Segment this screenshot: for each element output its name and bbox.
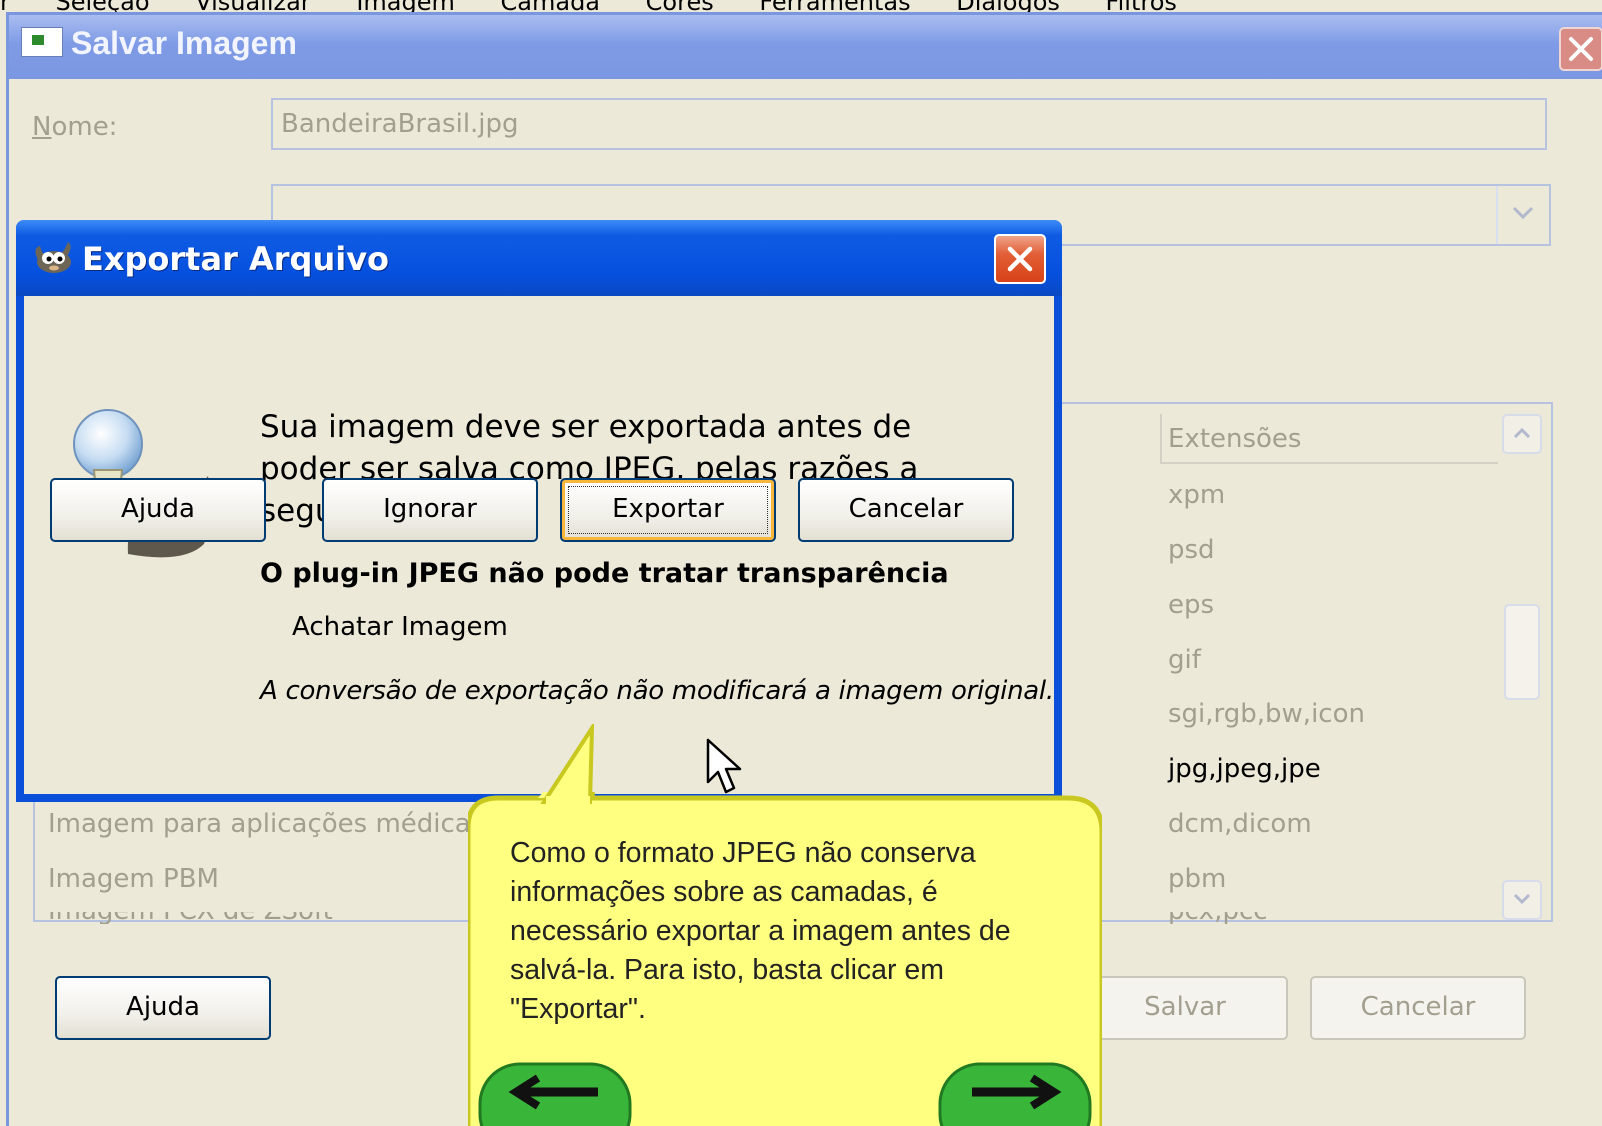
extension-item[interactable]: psd bbox=[1168, 535, 1215, 565]
file-type-item-partial[interactable]: Imagem PCX de ZSoft bbox=[48, 912, 333, 924]
mouse-cursor-icon bbox=[706, 738, 742, 794]
scroll-down-button[interactable] bbox=[1502, 880, 1542, 920]
export-dialog-titlebar[interactable]: Exportar Arquivo bbox=[16, 220, 1062, 296]
image-file-icon bbox=[21, 27, 63, 57]
focus-ring bbox=[568, 486, 768, 534]
extension-item[interactable]: eps bbox=[1168, 590, 1214, 620]
file-type-item[interactable]: Imagem para aplicações médicas bbox=[48, 809, 484, 839]
extension-item-selected[interactable]: jpg,jpeg,jpe bbox=[1168, 754, 1321, 784]
chevron-down-icon bbox=[1513, 893, 1531, 905]
next-step-button[interactable] bbox=[938, 1062, 1092, 1126]
extension-item[interactable]: pbm bbox=[1168, 864, 1226, 894]
extensions-column-header[interactable]: Extensões bbox=[1160, 414, 1498, 464]
save-dialog-close-button[interactable] bbox=[1559, 27, 1602, 71]
previous-step-button[interactable] bbox=[478, 1062, 632, 1126]
extension-item[interactable]: gif bbox=[1168, 645, 1201, 675]
save-dialog-title: Salvar Imagem bbox=[71, 25, 297, 61]
scroll-up-button[interactable] bbox=[1502, 414, 1542, 454]
gimp-icon bbox=[35, 242, 71, 273]
cancel-button[interactable]: Cancelar bbox=[798, 478, 1014, 542]
chevron-down-icon bbox=[1512, 206, 1534, 220]
save-dialog-help-button[interactable]: Ajuda bbox=[55, 976, 271, 1040]
scroll-thumb[interactable] bbox=[1504, 604, 1540, 700]
save-button[interactable]: Salvar bbox=[1082, 976, 1288, 1040]
save-dialog-cancel-button[interactable]: Cancelar bbox=[1310, 976, 1526, 1040]
help-button[interactable]: Ajuda bbox=[50, 478, 266, 542]
extension-item-partial[interactable]: pcx,pcc bbox=[1168, 912, 1268, 924]
export-dialog-body: Sua imagem deve ser exportada antes de p… bbox=[24, 296, 1054, 794]
close-icon bbox=[1007, 246, 1033, 272]
file-type-item[interactable]: Imagem PBM bbox=[48, 864, 219, 894]
folder-dropdown-button[interactable] bbox=[1496, 186, 1548, 244]
extension-item[interactable]: dcm,dicom bbox=[1168, 809, 1312, 839]
name-label: Nome: bbox=[32, 112, 118, 142]
export-dialog-title: Exportar Arquivo bbox=[82, 240, 390, 278]
extension-item[interactable]: xpm bbox=[1168, 480, 1225, 510]
save-dialog-titlebar[interactable]: Salvar Imagem bbox=[9, 15, 1602, 79]
ignore-button[interactable]: Ignorar bbox=[322, 478, 538, 542]
file-type-scrollbar[interactable] bbox=[1502, 414, 1542, 920]
export-note: A conversão de exportação não modificará… bbox=[260, 676, 1054, 706]
callout-pointer bbox=[540, 724, 595, 804]
chevron-up-icon bbox=[1513, 427, 1531, 439]
file-name-field[interactable]: BandeiraBrasil.jpg bbox=[271, 98, 1547, 150]
export-reason: O plug-in JPEG não pode tratar transparê… bbox=[260, 558, 949, 589]
export-dialog-close-button[interactable] bbox=[994, 234, 1046, 284]
extension-item[interactable]: sgi,rgb,bw,icon bbox=[1168, 699, 1365, 729]
export-action: Achatar Imagem bbox=[292, 612, 508, 642]
export-button[interactable]: Exportar bbox=[560, 478, 776, 542]
close-icon bbox=[1569, 37, 1593, 61]
callout-text: Como o formato JPEG não conserva informa… bbox=[510, 837, 1011, 1025]
